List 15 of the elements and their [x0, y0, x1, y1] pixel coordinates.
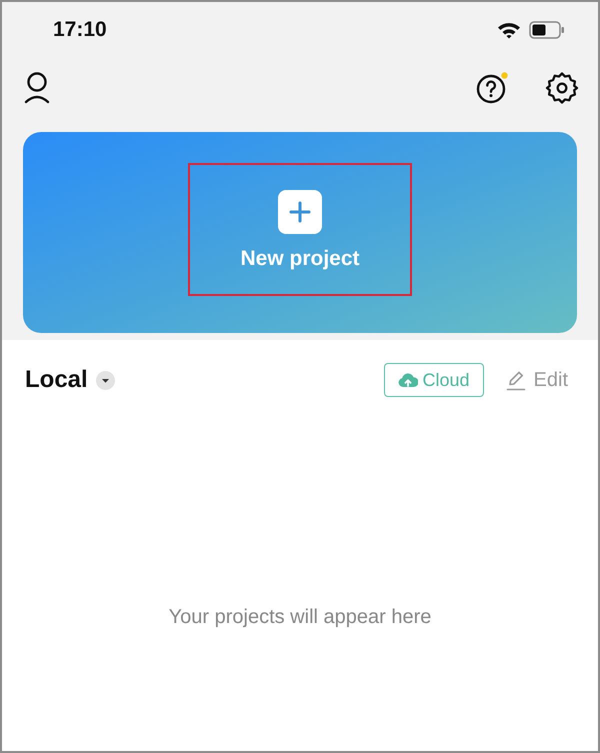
edit-button[interactable]: Edit [506, 365, 568, 395]
pencil-icon [506, 369, 526, 391]
user-icon[interactable] [24, 72, 50, 104]
new-project-button[interactable]: New project [188, 163, 412, 296]
battery-icon [529, 21, 565, 39]
status-time: 17:10 [53, 17, 107, 44]
section-title[interactable]: Local [25, 362, 88, 398]
empty-state-message: Your projects will appear here [168, 605, 432, 630]
settings-icon[interactable] [545, 71, 579, 105]
help-icon[interactable] [476, 72, 508, 104]
dropdown-icon[interactable] [96, 370, 115, 390]
cloud-button[interactable]: Cloud [384, 363, 484, 397]
wifi-icon [497, 21, 521, 39]
plus-icon [278, 190, 322, 234]
cloud-upload-icon [398, 372, 418, 388]
